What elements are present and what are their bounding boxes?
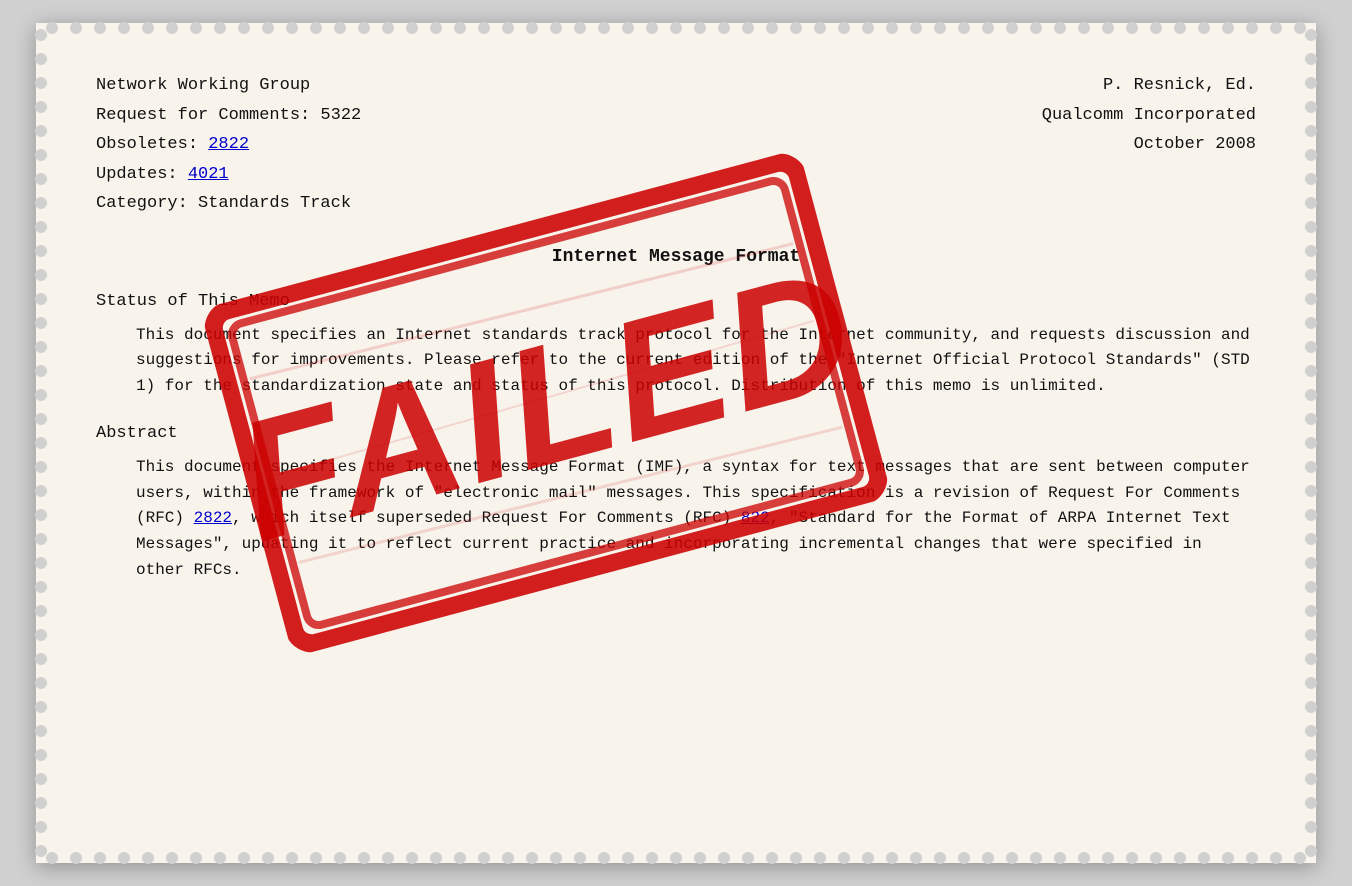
- obsoletes-link[interactable]: 2822: [208, 135, 249, 154]
- abstract-heading: Abstract: [96, 424, 1256, 443]
- abstract-link-2822[interactable]: 2822: [194, 509, 232, 527]
- status-body: This document specifies an Internet stan…: [136, 323, 1256, 400]
- header-right-line2: Qualcomm Incorporated: [1042, 103, 1256, 129]
- header-row-5: Category: Standards Track: [96, 191, 1256, 217]
- updates-label: Updates:: [96, 165, 188, 184]
- status-heading: Status of This Memo: [96, 292, 1256, 311]
- doc-title: Internet Message Format: [96, 247, 1256, 267]
- abstract-link-822[interactable]: 822: [741, 509, 770, 527]
- obsoletes-label: Obsoletes:: [96, 135, 208, 154]
- updates-link[interactable]: 4021: [188, 165, 229, 184]
- header-row-3: Obsoletes: 2822 October 2008: [96, 132, 1256, 158]
- header-left-line5: Category: Standards Track: [96, 191, 351, 217]
- header-left-line2: Request for Comments: 5322: [96, 103, 361, 129]
- stamp-outer: Network Working Group P. Resnick, Ed. Re…: [36, 23, 1316, 863]
- header-row-1: Network Working Group P. Resnick, Ed.: [96, 73, 1256, 99]
- header-row-2: Request for Comments: 5322 Qualcomm Inco…: [96, 103, 1256, 129]
- header-left-line3: Obsoletes: 2822: [96, 132, 249, 158]
- stamp-paper: Network Working Group P. Resnick, Ed. Re…: [36, 23, 1316, 863]
- abstract-body: This document specifies the Internet Mes…: [136, 455, 1256, 583]
- abstract-body-text: This document specifies the Internet Mes…: [136, 455, 1256, 583]
- status-body-text: This document specifies an Internet stan…: [136, 323, 1256, 400]
- header-left-line1: Network Working Group: [96, 73, 310, 99]
- header-right-line3: October 2008: [1134, 132, 1256, 158]
- header-block: Network Working Group P. Resnick, Ed. Re…: [96, 73, 1256, 217]
- rfc-content: Network Working Group P. Resnick, Ed. Re…: [96, 73, 1256, 583]
- header-row-4: Updates: 4021: [96, 162, 1256, 188]
- header-right-line1: P. Resnick, Ed.: [1103, 73, 1256, 99]
- header-left-line4: Updates: 4021: [96, 162, 229, 188]
